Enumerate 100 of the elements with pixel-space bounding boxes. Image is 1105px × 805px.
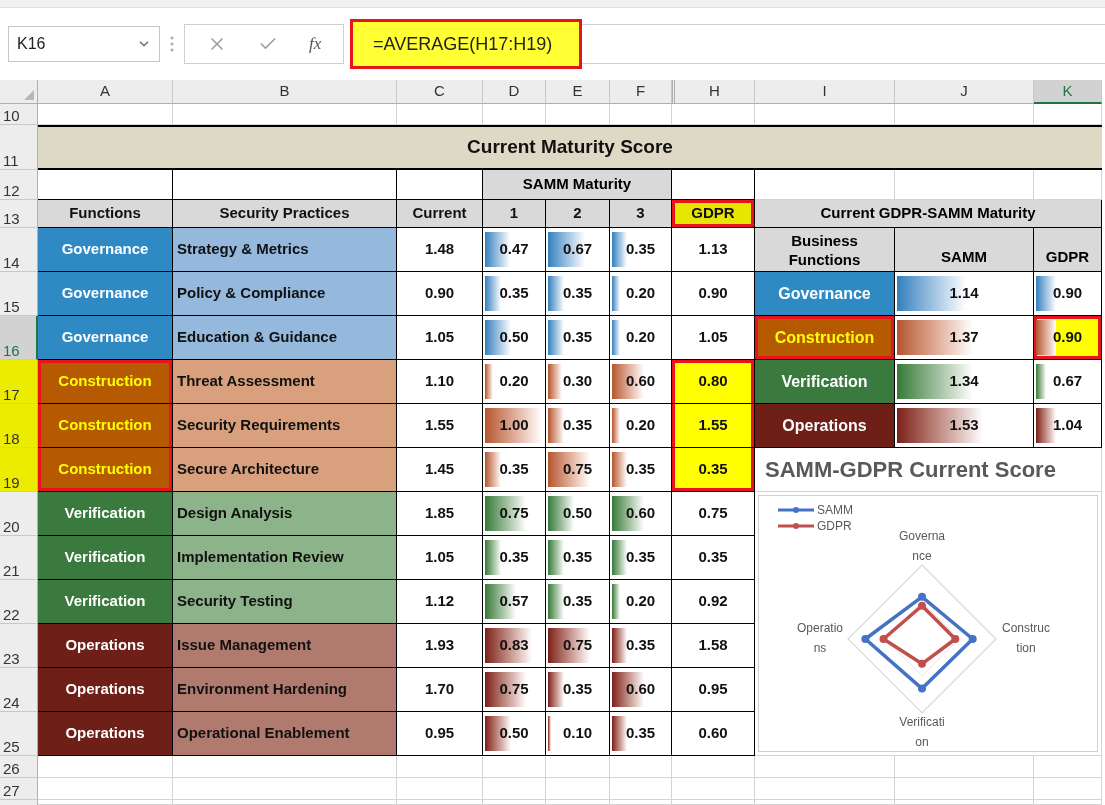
header-cell: Current GDPR-SAMM Maturity (755, 200, 1102, 228)
row-header[interactable]: 21 (0, 536, 38, 580)
column-header[interactable]: I (755, 80, 895, 104)
header-cell: GDPR (1034, 228, 1102, 272)
column-header[interactable]: C (397, 80, 483, 104)
table-cell: 1.45 (397, 448, 483, 492)
cell-value: 0.35 (562, 283, 593, 304)
row-header[interactable]: 12 (0, 170, 38, 200)
cell-value: 0.35 (499, 459, 529, 480)
practice-cell: Design Analysis (173, 492, 397, 536)
function-cell: Operations (38, 668, 173, 712)
drag-handle-icon (170, 36, 174, 52)
row-header[interactable]: 19 (0, 448, 38, 492)
table-cell: 1.05 (672, 316, 755, 360)
row-header[interactable]: 10 (0, 104, 38, 125)
cell-value: 0.35 (562, 547, 593, 568)
table-cell: 0.80 (672, 360, 755, 404)
row-header[interactable]: 16 (0, 316, 38, 360)
header-cell: SAMM (895, 228, 1034, 272)
cell-value: 0.35 (625, 547, 656, 568)
column-header[interactable]: E (546, 80, 610, 104)
column-header[interactable]: B (173, 80, 397, 104)
insert-function-button[interactable]: fx (309, 31, 322, 57)
cell-value: 0.75 (562, 635, 593, 656)
formula-bar-area[interactable] (582, 24, 1105, 64)
cell-value: 0.20 (499, 371, 529, 392)
row-header[interactable]: 17 (0, 360, 38, 404)
table-cell: 1.05 (397, 536, 483, 580)
select-all-corner[interactable] (0, 80, 38, 104)
column-header[interactable]: F (610, 80, 672, 104)
cell-value: 1.37 (949, 327, 979, 348)
row-header[interactable]: 24 (0, 668, 38, 712)
table-cell: 1.85 (397, 492, 483, 536)
name-box[interactable]: K16 (8, 26, 160, 62)
cell-value: 0.50 (499, 723, 529, 744)
cell-value: 1.14 (949, 283, 979, 304)
row-header[interactable]: 26 (0, 756, 38, 778)
row-header[interactable] (0, 800, 38, 805)
header-cell: Business Functions (755, 228, 895, 272)
row-header[interactable]: 13 (0, 200, 38, 228)
cell-value: 0.57 (499, 591, 529, 612)
function-cell: Construction (38, 448, 173, 492)
practice-cell: Environment Hardening (173, 668, 397, 712)
cell-value: 0.47 (499, 239, 529, 260)
cell-value: 0.60 (625, 679, 656, 700)
cell-value: 0.35 (625, 459, 656, 480)
function-cell: Operations (38, 624, 173, 668)
row-header[interactable]: 15 (0, 272, 38, 316)
column-header[interactable]: D (483, 80, 546, 104)
function-cell: Governance (38, 228, 173, 272)
cell-value: 0.75 (499, 679, 529, 700)
axis-label: Construc tion (1001, 620, 1051, 657)
cell-value: 0.30 (562, 371, 593, 392)
cell-value: 0.20 (625, 415, 656, 436)
cell-value: 0.75 (499, 503, 529, 524)
cell-value: 1.53 (949, 415, 979, 436)
function-cell: Verification (38, 492, 173, 536)
cell-value: 0.20 (625, 591, 656, 612)
function-cell: Governance (38, 272, 173, 316)
axis-label: Governa nce (898, 528, 946, 565)
column-header[interactable]: J (895, 80, 1034, 104)
cell-value: 0.35 (625, 239, 656, 260)
table-cell: 1.10 (397, 360, 483, 404)
cell-value: 0.35 (625, 723, 656, 744)
table-cell: 1.93 (397, 624, 483, 668)
table-cell: 0.90 (397, 272, 483, 316)
table-cell: 1.05 (397, 316, 483, 360)
row-header[interactable]: 11 (0, 125, 38, 170)
row-header[interactable]: 27 (0, 778, 38, 800)
cell-value: 1.34 (949, 371, 979, 392)
function-cell: Construction (38, 360, 173, 404)
cell-value: 0.60 (625, 371, 656, 392)
cell-value: 0.35 (625, 635, 656, 656)
cell-value: 0.35 (562, 679, 593, 700)
row-header[interactable]: 20 (0, 492, 38, 536)
cell-value: 0.20 (625, 283, 656, 304)
table-cell: 0.35 (672, 448, 755, 492)
table-cell: 1.70 (397, 668, 483, 712)
cell-value: 0.35 (499, 547, 529, 568)
column-header[interactable]: H (672, 80, 755, 104)
table-cell: 1.13 (672, 228, 755, 272)
cell-value: 0.10 (562, 723, 593, 744)
column-header[interactable]: A (38, 80, 173, 104)
function-cell: Construction (755, 316, 895, 360)
table-cell: 1.55 (397, 404, 483, 448)
row-header[interactable]: 18 (0, 404, 38, 448)
table-cell: 0.75 (672, 492, 755, 536)
row-header[interactable]: 25 (0, 712, 38, 756)
column-header[interactable]: K (1034, 80, 1102, 104)
practice-cell: Operational Enablement (173, 712, 397, 756)
function-cell: Operations (755, 404, 895, 448)
cell-value: 0.67 (1052, 371, 1083, 392)
row-header[interactable]: 14 (0, 228, 38, 272)
cell-value: 0.35 (562, 327, 593, 348)
function-cell: Construction (38, 404, 173, 448)
row-header[interactable]: 23 (0, 624, 38, 668)
function-cell: Verification (38, 536, 173, 580)
formula-field[interactable]: =AVERAGE(H17:H19) (350, 19, 582, 69)
row-header[interactable]: 22 (0, 580, 38, 624)
cell-value: 0.67 (562, 239, 593, 260)
